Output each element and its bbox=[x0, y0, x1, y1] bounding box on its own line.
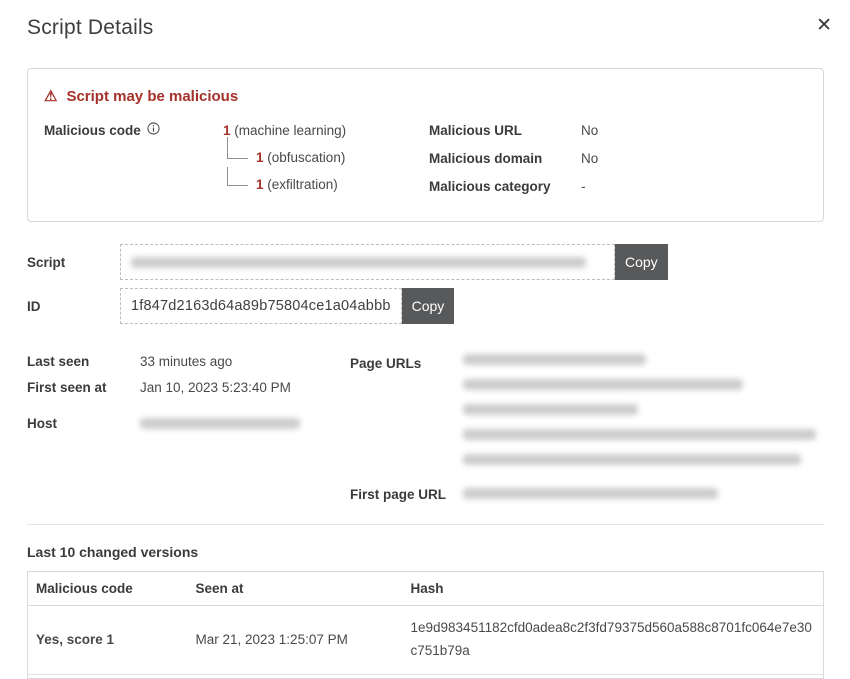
section-divider bbox=[27, 524, 824, 525]
malicious-warning-card: ⚠ Script may be malicious Malicious code… bbox=[27, 68, 824, 222]
redacted-page-url bbox=[463, 454, 801, 465]
malicious-url-row: Malicious URL No bbox=[429, 123, 807, 138]
copy-script-button[interactable]: Copy bbox=[615, 244, 668, 280]
malicious-domain-value: No bbox=[581, 151, 598, 166]
malicious-category-label: Malicious category bbox=[429, 179, 581, 194]
version-hash: 1e9d983451182cfd0adea8c2f3fd79375d560a58… bbox=[403, 606, 824, 675]
redacted-page-url bbox=[463, 429, 816, 440]
copy-id-button[interactable]: Copy bbox=[402, 288, 455, 324]
malicious-domain-label: Malicious domain bbox=[429, 151, 581, 166]
host-label: Host bbox=[27, 416, 140, 431]
warning-heading-text: Script may be malicious bbox=[66, 88, 238, 105]
malicious-category-value: - bbox=[581, 179, 586, 194]
malicious-domain-row: Malicious domain No bbox=[429, 151, 807, 166]
tree-root-label: (machine learning) bbox=[234, 123, 346, 138]
close-icon[interactable]: ✕ bbox=[810, 10, 838, 41]
column-header-malicious-code: Malicious code bbox=[28, 572, 188, 606]
redacted-host bbox=[140, 418, 300, 429]
host-row: Host bbox=[27, 416, 350, 431]
tree-root-score: 1 bbox=[223, 123, 231, 138]
malicious-code-score-tree: 1 (machine learning) 1 (obfuscation) 1 (… bbox=[223, 122, 346, 207]
malicious-code-label: Malicious code bbox=[44, 123, 141, 138]
page-urls-row: Page URLs bbox=[350, 354, 824, 479]
table-row[interactable]: Yes, score 1 Mar 21, 2023 1:25:07 PM 1e9… bbox=[28, 606, 824, 675]
redacted-page-url bbox=[463, 379, 743, 390]
page-urls-label: Page URLs bbox=[350, 354, 463, 479]
versions-heading: Last 10 changed versions bbox=[27, 544, 824, 560]
first-seen-label: First seen at bbox=[27, 380, 140, 395]
id-value-box: 1f847d2163d64a89b75804ce1a04abbb bbox=[120, 288, 402, 324]
redacted-script-url bbox=[131, 257, 586, 268]
last-seen-row: Last seen 33 minutes ago bbox=[27, 354, 350, 369]
id-row: ID 1f847d2163d64a89b75804ce1a04abbb Copy bbox=[27, 288, 824, 324]
warning-triangle-icon: ⚠ bbox=[44, 89, 57, 104]
table-header-row: Malicious code Seen at Hash bbox=[28, 572, 824, 606]
warning-heading: ⚠ Script may be malicious bbox=[44, 88, 807, 105]
script-label: Script bbox=[27, 255, 120, 270]
tree-child-node: 1 (exfiltration) bbox=[223, 176, 346, 194]
page-title: Script Details bbox=[27, 16, 824, 40]
malicious-url-label: Malicious URL bbox=[429, 123, 581, 138]
tree-child-node: 1 (obfuscation) bbox=[223, 149, 346, 167]
first-page-url-label: First page URL bbox=[350, 485, 463, 502]
column-header-seen-at: Seen at bbox=[188, 572, 403, 606]
first-seen-row: First seen at Jan 10, 2023 5:23:40 PM bbox=[27, 380, 350, 395]
versions-table: Malicious code Seen at Hash Yes, score 1… bbox=[27, 571, 824, 679]
table-row bbox=[28, 674, 824, 678]
script-row: Script Copy bbox=[27, 244, 824, 280]
first-seen-value: Jan 10, 2023 5:23:40 PM bbox=[140, 380, 291, 395]
tree-child-label: (obfuscation) bbox=[267, 150, 345, 165]
script-value-box bbox=[120, 244, 615, 280]
info-icon[interactable] bbox=[147, 122, 160, 140]
id-label: ID bbox=[27, 299, 120, 314]
first-page-url-row: First page URL bbox=[350, 485, 824, 502]
tree-child-score: 1 bbox=[256, 150, 264, 165]
redacted-page-url bbox=[463, 354, 646, 365]
script-details-panel: Script Details ✕ ⚠ Script may be malicio… bbox=[0, 0, 850, 679]
redacted-page-url bbox=[463, 404, 638, 415]
malicious-category-row: Malicious category - bbox=[429, 179, 807, 194]
last-seen-value: 33 minutes ago bbox=[140, 354, 232, 369]
last-seen-label: Last seen bbox=[27, 354, 140, 369]
version-malicious-code: Yes, score 1 bbox=[28, 606, 188, 675]
tree-child-label: (exfiltration) bbox=[267, 177, 338, 192]
redacted-first-page-url bbox=[463, 488, 718, 499]
malicious-url-value: No bbox=[581, 123, 598, 138]
id-value: 1f847d2163d64a89b75804ce1a04abbb bbox=[131, 298, 391, 314]
meta-section: Last seen 33 minutes ago First seen at J… bbox=[27, 354, 824, 502]
column-header-hash: Hash bbox=[403, 572, 824, 606]
tree-root-node: 1 (machine learning) bbox=[223, 122, 346, 140]
version-seen-at: Mar 21, 2023 1:25:07 PM bbox=[188, 606, 403, 675]
tree-child-score: 1 bbox=[256, 177, 264, 192]
